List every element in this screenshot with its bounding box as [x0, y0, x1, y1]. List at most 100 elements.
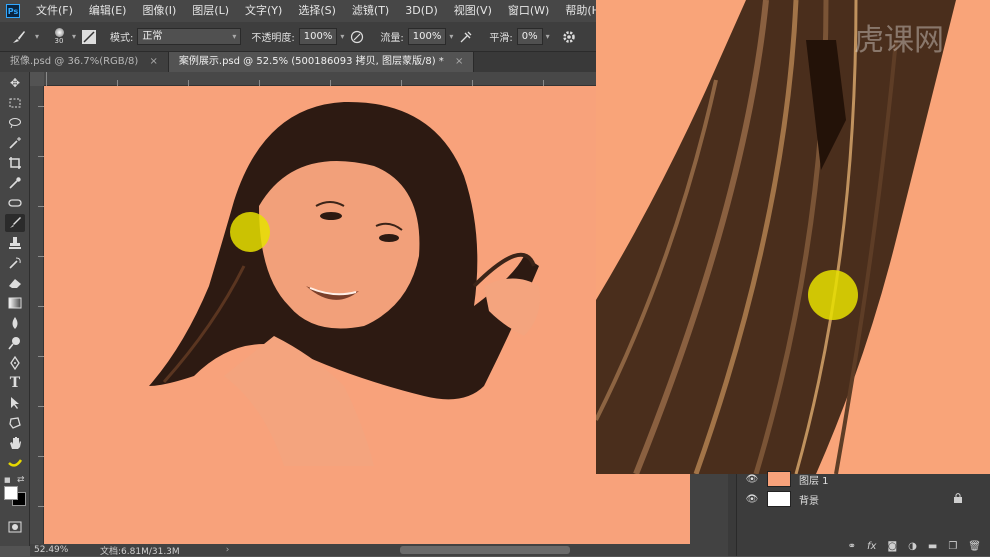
- quick-mask-icon[interactable]: [5, 518, 25, 536]
- brush-panel-icon[interactable]: [82, 29, 97, 44]
- document-tabs: 抠像.psd @ 36.7%(RGB/8) × 案例展示.psd @ 52.5%…: [0, 52, 596, 72]
- menu-view[interactable]: 视图(V): [446, 0, 500, 22]
- chevron-down-icon[interactable]: ▾: [449, 32, 453, 41]
- smooth-input[interactable]: 0%: [516, 28, 543, 45]
- lock-icon: [953, 492, 963, 507]
- layer-thumbnail: [767, 471, 791, 487]
- magic-wand-icon[interactable]: [5, 134, 25, 152]
- lasso-icon[interactable]: [5, 114, 25, 132]
- zoom-level[interactable]: 52.49%: [34, 545, 94, 555]
- chevron-down-icon[interactable]: ▾: [72, 32, 76, 41]
- layers-panel: 👁 图层 1 👁 背景 ⚭ fx ◙ ◑ ▬ ❐ 🗑: [736, 471, 990, 556]
- portrait-artwork: [149, 101, 540, 466]
- marquee-icon[interactable]: [5, 94, 25, 112]
- default-colors-icon[interactable]: ■: [4, 476, 11, 484]
- trash-icon[interactable]: 🗑: [968, 541, 981, 552]
- color-swatches[interactable]: ■ ⇄: [4, 475, 28, 506]
- watermark: 虎课网: [854, 23, 944, 58]
- menu-3d[interactable]: 3D(D): [397, 0, 446, 22]
- menu-layer[interactable]: 图层(L): [184, 0, 237, 22]
- mode-value: 正常: [142, 31, 163, 42]
- layer-row[interactable]: 👁 图层 1: [746, 468, 981, 490]
- horizontal-scrollbar-thumb[interactable]: [400, 546, 570, 554]
- gear-icon[interactable]: [560, 28, 578, 46]
- layer-row[interactable]: 👁 背景: [746, 488, 981, 510]
- menu-edit[interactable]: 编辑(E): [81, 0, 135, 22]
- adjustment-layer-icon[interactable]: ◑: [908, 541, 917, 552]
- history-brush-icon[interactable]: [5, 254, 25, 272]
- flow-input[interactable]: 100%: [407, 28, 447, 45]
- layer-name: 图层 1: [799, 475, 829, 487]
- zoom-detail-view: 虎课网: [596, 0, 990, 474]
- tab-label: 抠像.psd @ 36.7%(RGB/8): [10, 56, 139, 67]
- menu-image[interactable]: 图像(I): [134, 0, 184, 22]
- flow-label: 流量:: [380, 33, 404, 44]
- tools-panel: ✥ T ■ ⇄: [0, 72, 30, 546]
- photoshop-logo: Ps: [6, 4, 20, 18]
- tab-document-1[interactable]: 抠像.psd @ 36.7%(RGB/8) ×: [0, 52, 169, 72]
- chevron-down-icon: ▾: [232, 32, 237, 41]
- group-folder-icon[interactable]: ▬: [928, 541, 937, 552]
- close-icon[interactable]: ×: [455, 56, 463, 67]
- menu-type[interactable]: 文字(Y): [237, 0, 290, 22]
- eraser-icon[interactable]: [5, 274, 25, 292]
- zoom-icon[interactable]: [5, 454, 25, 472]
- crop-icon[interactable]: [5, 154, 25, 172]
- close-icon[interactable]: ×: [150, 56, 158, 67]
- layer-thumbnail: [767, 491, 791, 507]
- smooth-label: 平滑:: [489, 33, 513, 44]
- eyedropper-icon[interactable]: [5, 174, 25, 192]
- swap-colors-icon[interactable]: ⇄: [17, 475, 25, 485]
- chevron-right-icon[interactable]: ›: [226, 545, 230, 555]
- tab-label: 案例展示.psd @ 52.5% (500186093 拷贝, 图层蒙版/8) …: [178, 56, 444, 67]
- move-icon[interactable]: ✥: [5, 74, 25, 92]
- ruler-horizontal: [44, 72, 596, 86]
- menu-filter[interactable]: 滤镜(T): [344, 0, 397, 22]
- eye-icon[interactable]: 👁: [745, 492, 759, 506]
- link-layers-icon[interactable]: ⚭: [848, 541, 856, 552]
- foreground-color-swatch[interactable]: [4, 486, 18, 500]
- brush-size-picker[interactable]: 30: [49, 28, 69, 45]
- ruler-vertical: [30, 86, 44, 546]
- menu-select[interactable]: 选择(S): [290, 0, 344, 22]
- chevron-down-icon[interactable]: ▾: [546, 32, 550, 41]
- brush-icon[interactable]: [5, 214, 25, 232]
- document-canvas[interactable]: [44, 86, 690, 546]
- mode-label: 模式:: [110, 33, 134, 44]
- layer-style-icon[interactable]: fx: [867, 541, 876, 552]
- hair-closeup: 虎课网: [596, 0, 956, 474]
- healing-icon[interactable]: [5, 194, 25, 212]
- pressure-opacity-icon[interactable]: [348, 28, 366, 46]
- type-icon[interactable]: T: [5, 374, 25, 392]
- add-mask-icon[interactable]: ◙: [887, 541, 897, 552]
- document-size: 文档:6.81M/31.3M: [100, 546, 180, 557]
- tab-document-2[interactable]: 案例展示.psd @ 52.5% (500186093 拷贝, 图层蒙版/8) …: [168, 52, 475, 72]
- new-layer-icon[interactable]: ❐: [948, 541, 957, 552]
- brush-size-value: 30: [54, 37, 64, 45]
- opacity-label: 不透明度:: [251, 33, 295, 44]
- path-select-icon[interactable]: [5, 394, 25, 412]
- menu-window[interactable]: 窗口(W): [500, 0, 557, 22]
- pen-icon[interactable]: [5, 354, 25, 372]
- vertical-scrollbar[interactable]: [728, 474, 736, 556]
- mode-select[interactable]: 正常 ▾: [137, 28, 242, 45]
- blur-icon[interactable]: [5, 314, 25, 332]
- airbrush-icon[interactable]: [457, 28, 475, 46]
- status-bar: 52.49% 文档:6.81M/31.3M ›: [30, 544, 728, 557]
- brush-preset-icon[interactable]: [10, 28, 28, 46]
- chevron-down-icon[interactable]: ▾: [340, 32, 344, 41]
- opacity-input[interactable]: 100%: [298, 28, 338, 45]
- chevron-down-icon[interactable]: ▾: [35, 32, 39, 41]
- dodge-icon[interactable]: [5, 334, 25, 352]
- shape-icon[interactable]: [5, 414, 25, 432]
- layers-panel-footer: ⚭ fx ◙ ◑ ▬ ❐ 🗑: [737, 536, 990, 556]
- brush-cursor-marker: [230, 212, 270, 252]
- layer-name: 背景: [799, 495, 819, 507]
- gradient-icon[interactable]: [5, 294, 25, 312]
- eye-icon[interactable]: 👁: [745, 472, 759, 486]
- hand-icon[interactable]: [5, 434, 25, 452]
- brush-tip-icon: [54, 28, 64, 37]
- brush-cursor-marker-zoom: [808, 270, 858, 320]
- menu-file[interactable]: 文件(F): [28, 0, 81, 22]
- stamp-icon[interactable]: [5, 234, 25, 252]
